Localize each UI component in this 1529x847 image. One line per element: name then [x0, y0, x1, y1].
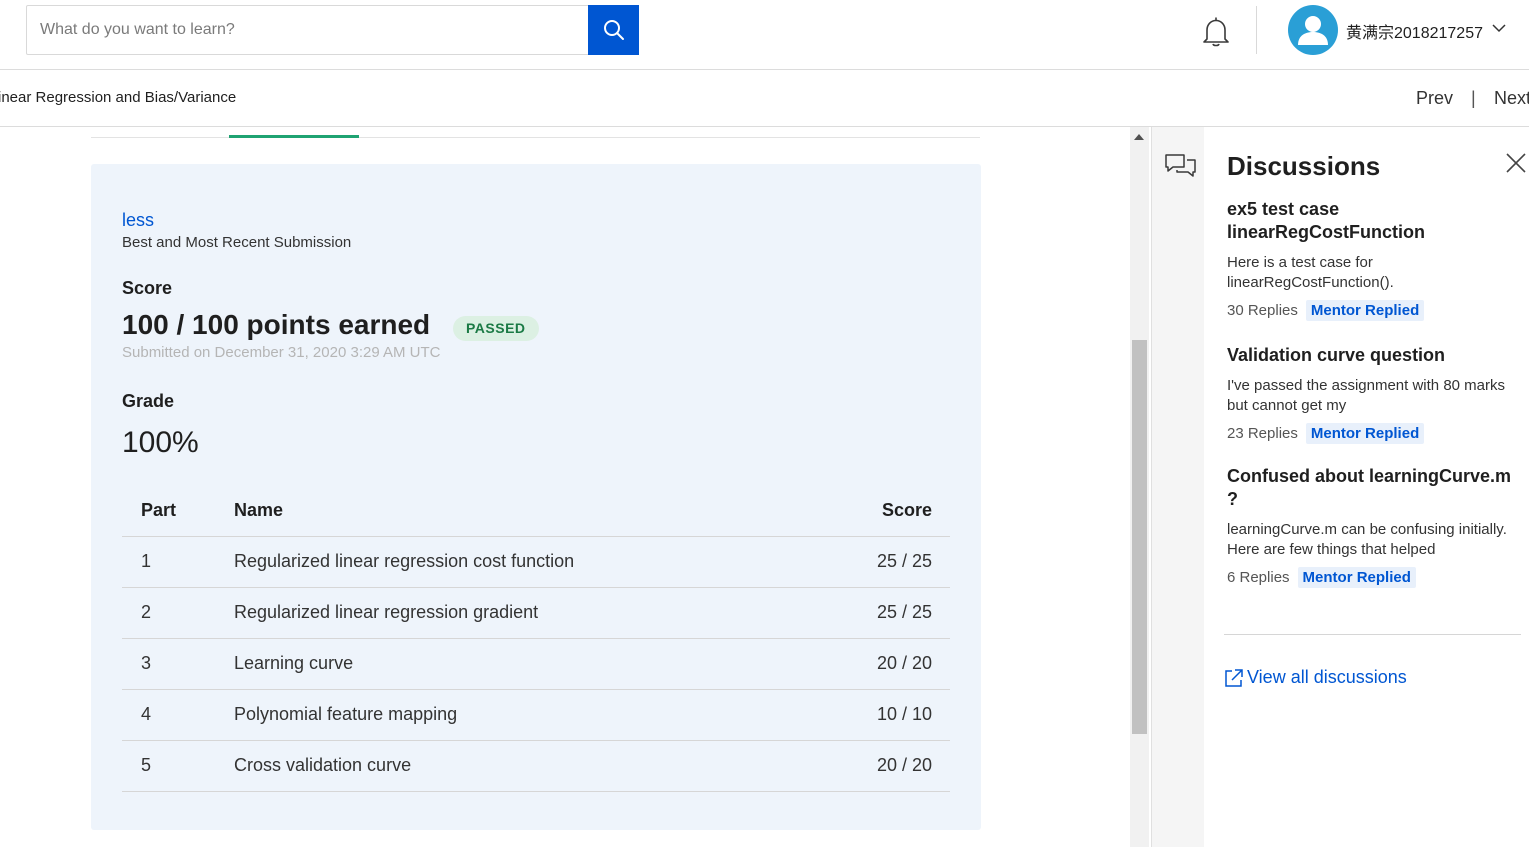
- header-divider: [1256, 6, 1257, 54]
- search-box: [26, 5, 639, 55]
- table-row: 2 Regularized linear regression gradient…: [122, 587, 950, 639]
- close-icon[interactable]: [1505, 152, 1527, 174]
- chevron-down-icon[interactable]: [1492, 23, 1506, 33]
- mentor-replied-badge: Mentor Replied: [1305, 423, 1425, 444]
- discussions-divider: [1224, 634, 1521, 635]
- header-name: Name: [234, 486, 794, 537]
- username[interactable]: 黄满宗2018217257: [1346, 19, 1483, 43]
- course-nav-bar: inear Regression and Bias/Variance Prev …: [0, 70, 1529, 127]
- grade-label: Grade: [122, 391, 175, 411]
- part-score: 20 / 20: [794, 638, 950, 690]
- table-row: 3 Learning curve 20 / 20: [122, 638, 950, 690]
- table-header-row: Part Name Score: [122, 486, 950, 537]
- grade-value: 100%: [122, 426, 199, 459]
- scrollbar-thumb[interactable]: [1132, 340, 1147, 734]
- discussions-title: Discussions: [1227, 151, 1381, 181]
- thread-snippet: I've passed the assignment with 80 marks…: [1227, 377, 1505, 414]
- part-number: 4: [122, 689, 234, 741]
- tab-strip-border: [91, 137, 980, 138]
- part-score: 20 / 20: [794, 740, 950, 792]
- part-name: Learning curve: [234, 638, 794, 690]
- status-badge: PASSED: [453, 316, 539, 341]
- bell-icon: [1203, 17, 1229, 47]
- part-number: 3: [122, 638, 234, 690]
- less-link[interactable]: less: [122, 210, 154, 231]
- points-earned: 100 / 100 points earned: [122, 309, 431, 340]
- part-number: 2: [122, 587, 234, 639]
- view-all-discussions-link[interactable]: View all discussions: [1224, 667, 1407, 688]
- part-name: Polynomial feature mapping: [234, 689, 794, 741]
- course-title: inear Regression and Bias/Variance: [0, 89, 237, 106]
- thread-title[interactable]: Validation curve question: [1227, 344, 1522, 367]
- part-score: 25 / 25: [794, 536, 950, 588]
- next-button[interactable]: Next: [1494, 88, 1529, 109]
- user-icon: [1298, 16, 1328, 45]
- active-tab-indicator: [229, 135, 359, 138]
- part-name: Regularized linear regression gradient: [234, 587, 794, 639]
- reply-count: 23 Replies: [1227, 425, 1298, 442]
- submission-subtitle: Best and Most Recent Submission: [122, 234, 352, 251]
- discussions-rail: [1151, 127, 1204, 847]
- table-row: 1 Regularized linear regression cost fun…: [122, 536, 950, 588]
- search-input[interactable]: [27, 6, 589, 54]
- part-score: 25 / 25: [794, 587, 950, 639]
- thread-snippet: learningCurve.m can be confusing initial…: [1227, 521, 1507, 558]
- header-score: Score: [794, 486, 950, 537]
- thread-meta: 23 Replies Mentor Replied: [1227, 423, 1522, 444]
- part-number: 5: [122, 740, 234, 792]
- header-part: Part: [122, 486, 234, 537]
- submission-card: less Best and Most Recent Submission Sco…: [91, 164, 981, 830]
- discussion-thread[interactable]: Confused about learningCurve.m ? learnin…: [1227, 465, 1522, 588]
- score-label: Score: [122, 278, 173, 298]
- part-name: Cross validation curve: [234, 740, 794, 792]
- part-score: 10 / 10: [794, 689, 950, 741]
- notifications-button[interactable]: [1198, 14, 1234, 50]
- prev-button[interactable]: Prev: [1416, 88, 1453, 109]
- reply-count: 6 Replies: [1227, 569, 1290, 586]
- thread-snippet: Here is a test case for linearRegCostFun…: [1227, 254, 1394, 291]
- discussion-thread[interactable]: Validation curve question I've passed th…: [1227, 344, 1522, 444]
- reply-count: 30 Replies: [1227, 302, 1298, 319]
- avatar[interactable]: [1288, 5, 1338, 55]
- part-number: 1: [122, 536, 234, 588]
- search-button[interactable]: [588, 5, 639, 55]
- thread-title[interactable]: ex5 test case linearRegCostFunction: [1227, 198, 1522, 244]
- submitted-timestamp: Submitted on December 31, 2020 3:29 AM U…: [122, 344, 441, 361]
- external-link-icon: [1225, 668, 1243, 687]
- table-row: 4 Polynomial feature mapping 10 / 10: [122, 689, 950, 741]
- chat-bubbles-icon[interactable]: [1163, 150, 1197, 184]
- scroll-up-arrow[interactable]: [1134, 134, 1144, 140]
- parts-table: Part Name Score 1 Regularized linear reg…: [122, 486, 950, 792]
- part-name: Regularized linear regression cost funct…: [234, 536, 794, 588]
- thread-meta: 30 Replies Mentor Replied: [1227, 300, 1522, 321]
- table-row: 5 Cross validation curve 20 / 20: [122, 740, 950, 792]
- nav-separator: |: [1471, 88, 1476, 108]
- top-bar: 黄满宗2018217257: [0, 0, 1529, 70]
- thread-meta: 6 Replies Mentor Replied: [1227, 567, 1522, 588]
- discussion-thread[interactable]: ex5 test case linearRegCostFunction Here…: [1227, 198, 1522, 321]
- search-icon: [603, 20, 624, 40]
- mentor-replied-badge: Mentor Replied: [1305, 300, 1425, 321]
- thread-title[interactable]: Confused about learningCurve.m ?: [1227, 465, 1522, 511]
- view-all-label[interactable]: View all discussions: [1247, 667, 1407, 688]
- mentor-replied-badge: Mentor Replied: [1297, 567, 1416, 588]
